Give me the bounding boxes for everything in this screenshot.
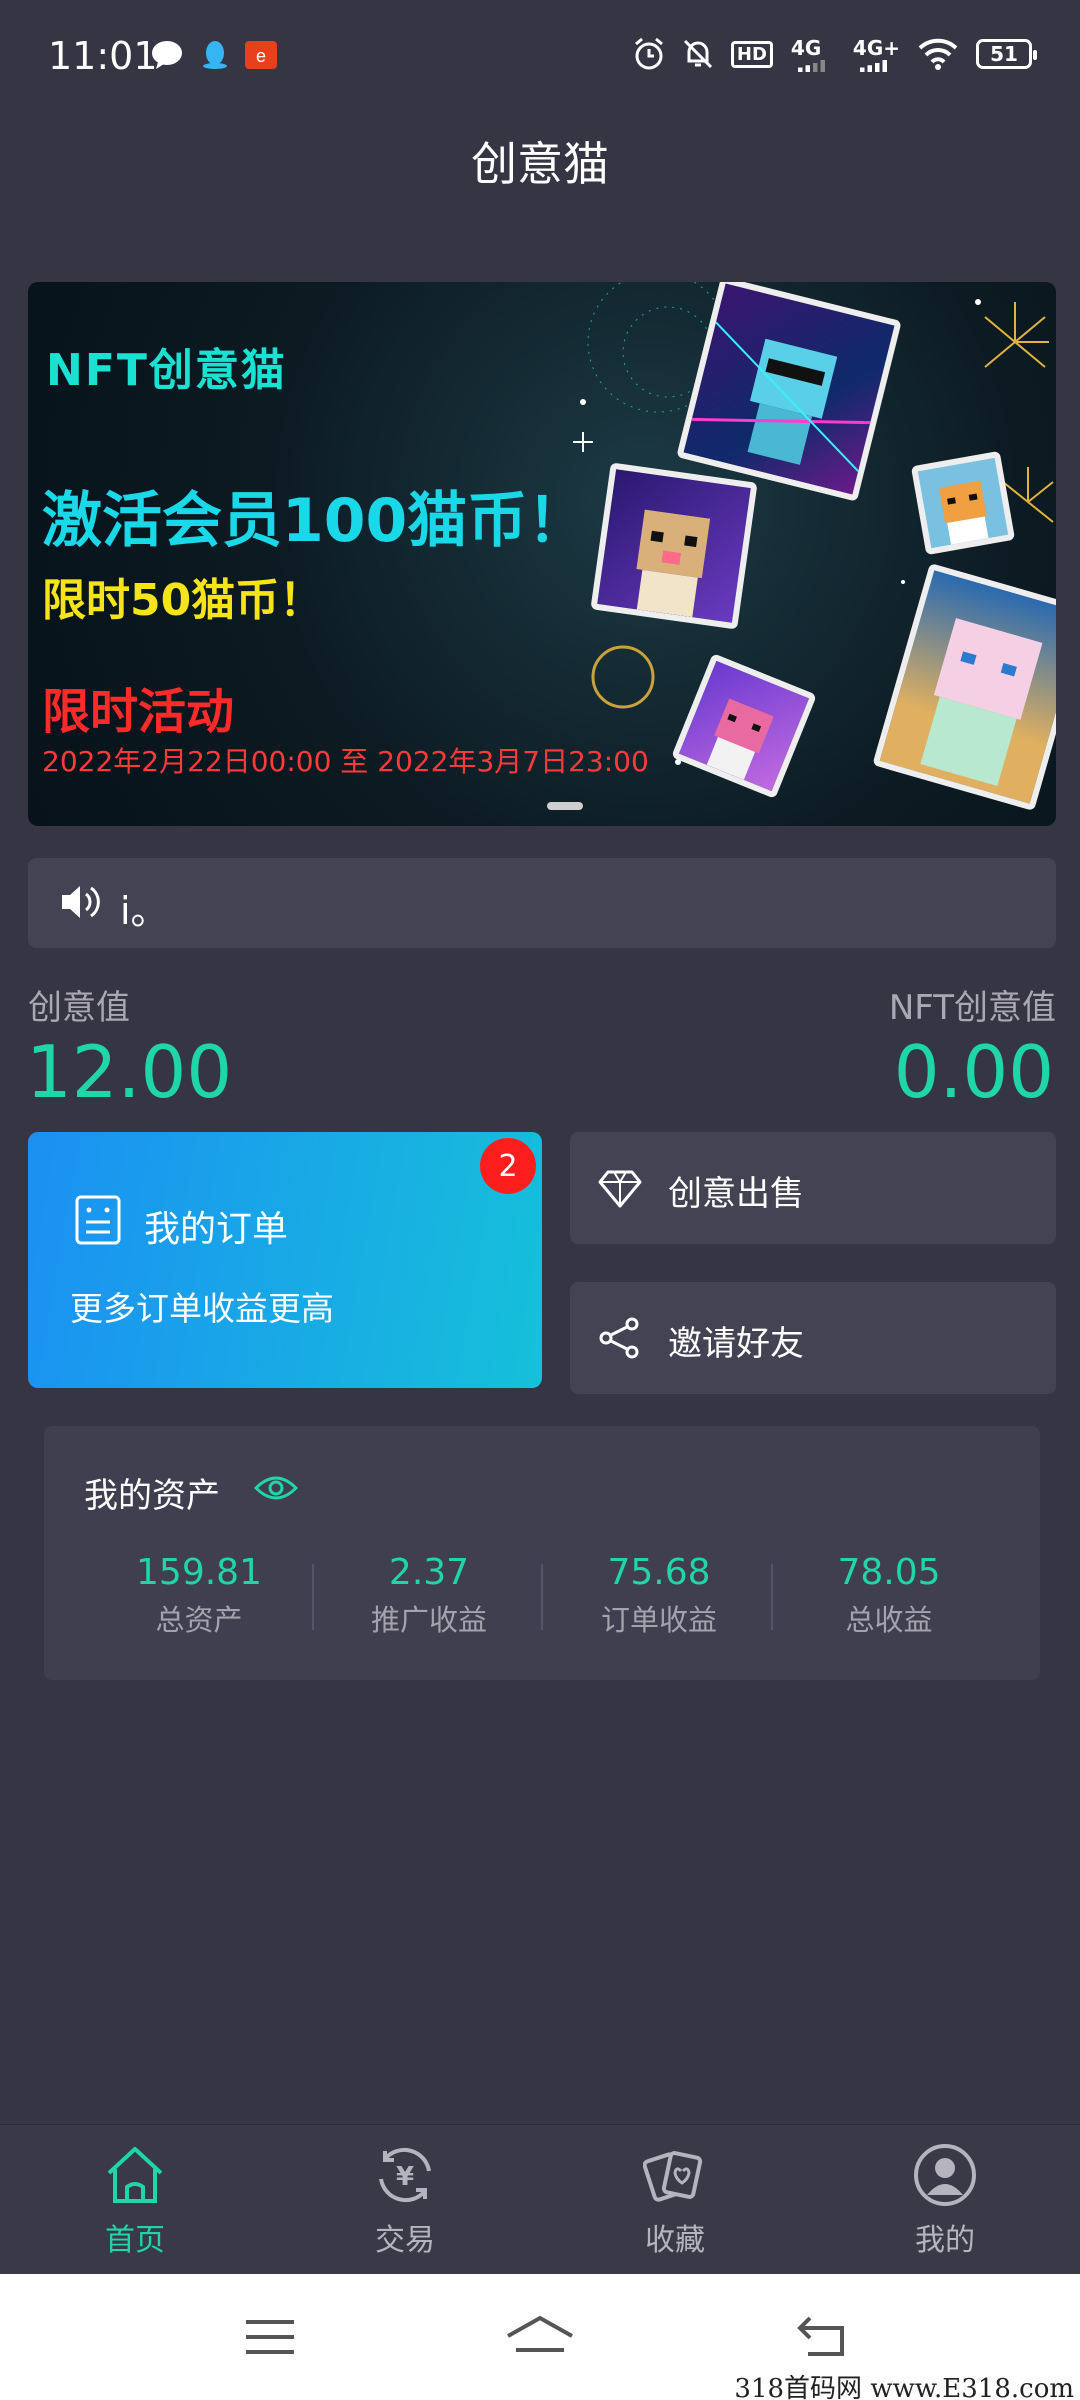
- creative-value: 12.00: [26, 1030, 233, 1114]
- asset-total-income-label: 总收益: [845, 1603, 933, 1637]
- nft-card-art: [590, 462, 758, 630]
- asset-order: 75.68 订单收益: [544, 1552, 774, 1639]
- my-orders-card[interactable]: 我的订单 更多订单收益更高: [28, 1132, 542, 1388]
- asset-promotion: 2.37 推广收益: [314, 1552, 544, 1639]
- nft-creative-value: 0.00: [893, 1030, 1054, 1114]
- tab-home[interactable]: 首页: [45, 2143, 225, 2259]
- asset-total: 159.81 总资产: [84, 1552, 314, 1639]
- eye-icon[interactable]: [254, 1470, 298, 1506]
- wifi-icon: [918, 38, 958, 70]
- tab-home-label: 首页: [105, 2223, 165, 2258]
- asset-order-value: 75.68: [607, 1552, 711, 1593]
- home-button-icon[interactable]: [502, 2310, 578, 2364]
- banner-event-dates: 2022年2月22日00:00 至 2022年3月7日23:00: [42, 745, 649, 778]
- divider: [771, 1564, 773, 1630]
- asset-total-income-value: 78.05: [837, 1552, 941, 1593]
- status-right: HD 4G 4G+ 51: [633, 36, 1037, 72]
- banner-pager-indicator[interactable]: [547, 802, 583, 810]
- svg-text:¥: ¥: [396, 2162, 414, 2192]
- hd-label: HD: [730, 40, 773, 68]
- signal-2-label: 4G+: [852, 36, 900, 60]
- hd-indicator: HD: [730, 36, 773, 72]
- creative-value-label: 创意值: [28, 988, 130, 1028]
- svg-text:e: e: [256, 46, 266, 66]
- cards-icon: [643, 2151, 703, 2202]
- banner-headline: 激活会员100猫币！: [42, 486, 588, 556]
- tab-trade-label: 交易: [375, 2223, 435, 2258]
- asset-total-value: 159.81: [136, 1552, 262, 1593]
- signal-bars-icon: [859, 60, 887, 72]
- signal-1: 4G: [791, 36, 835, 72]
- tab-mine[interactable]: 我的: [855, 2143, 1035, 2259]
- yuan-exchange-icon: ¥: [379, 2147, 431, 2203]
- app-notification-icon: e: [245, 41, 277, 69]
- asset-promotion-value: 2.37: [388, 1552, 470, 1593]
- share-icon: [599, 1317, 639, 1359]
- menu-icon[interactable]: [240, 2310, 300, 2364]
- my-assets-title: 我的资产: [84, 1476, 220, 1516]
- asset-total-label: 总资产: [155, 1603, 243, 1637]
- tab-collection-label: 收藏: [645, 2223, 705, 2258]
- signal-bars-icon: [797, 60, 825, 72]
- banner-brand: NFT创意猫: [46, 345, 287, 396]
- asset-total-income: 78.05 总收益: [774, 1552, 1004, 1639]
- invite-friends-button[interactable]: 邀请好友: [570, 1282, 1056, 1394]
- user-icon: [914, 2144, 976, 2206]
- nft-card-art: [910, 450, 1016, 556]
- my-orders-title: 我的订单: [144, 1209, 289, 1250]
- announcement-bar[interactable]: i。: [28, 858, 1056, 948]
- speaker-icon: [62, 886, 100, 918]
- signal-1-label: 4G: [790, 36, 822, 60]
- status-time: 11:01: [48, 34, 158, 78]
- order-list-icon: [75, 1195, 121, 1245]
- chat-bubble-icon: [152, 41, 182, 69]
- watermark: 318首码网 www.E318.com: [734, 2374, 1074, 2400]
- signal-2: 4G+: [853, 36, 900, 72]
- tab-collection[interactable]: 收藏: [585, 2143, 765, 2259]
- tab-mine-label: 我的: [915, 2223, 975, 2258]
- announcement-text: i。: [120, 889, 169, 933]
- status-bar: 11:01 e HD 4G 4G+ 51: [0, 0, 1080, 110]
- qq-penguin-icon: [203, 41, 227, 69]
- alarm-icon: [634, 37, 663, 70]
- promo-banner[interactable]: NFT创意猫 激活会员100猫币！ 限时50猫币！ 限时活动 2022年2月22…: [28, 282, 1056, 826]
- battery-indicator: 51: [976, 39, 1037, 69]
- my-assets-panel: 我的资产 159.81 总资产 2.37 推广收益 75.68 订单收益 78.…: [44, 1426, 1040, 1680]
- creative-sell-button[interactable]: 创意出售: [570, 1132, 1056, 1244]
- asset-promotion-label: 推广收益: [370, 1603, 487, 1637]
- diamond-icon: [598, 1170, 642, 1208]
- nft-creative-value-label: NFT创意值: [888, 988, 1056, 1028]
- creative-sell-label: 创意出售: [668, 1174, 804, 1214]
- tab-trade[interactable]: ¥ 交易: [315, 2143, 495, 2259]
- invite-friends-label: 邀请好友: [668, 1324, 804, 1364]
- home-icon: [107, 2147, 163, 2203]
- bottom-tab-bar: 首页 ¥ 交易 收藏 我的: [0, 2124, 1080, 2274]
- banner-event-title: 限时活动: [42, 684, 235, 740]
- order-count-badge: 2: [480, 1138, 536, 1194]
- page-title: 创意猫: [471, 137, 609, 191]
- banner-subline: 限时50猫币！: [42, 575, 324, 626]
- asset-order-label: 订单收益: [600, 1603, 717, 1637]
- my-orders-desc: 更多订单收益更高: [70, 1289, 334, 1328]
- mute-bell-icon: [683, 39, 712, 69]
- back-icon[interactable]: [792, 2310, 852, 2364]
- divider: [541, 1564, 543, 1630]
